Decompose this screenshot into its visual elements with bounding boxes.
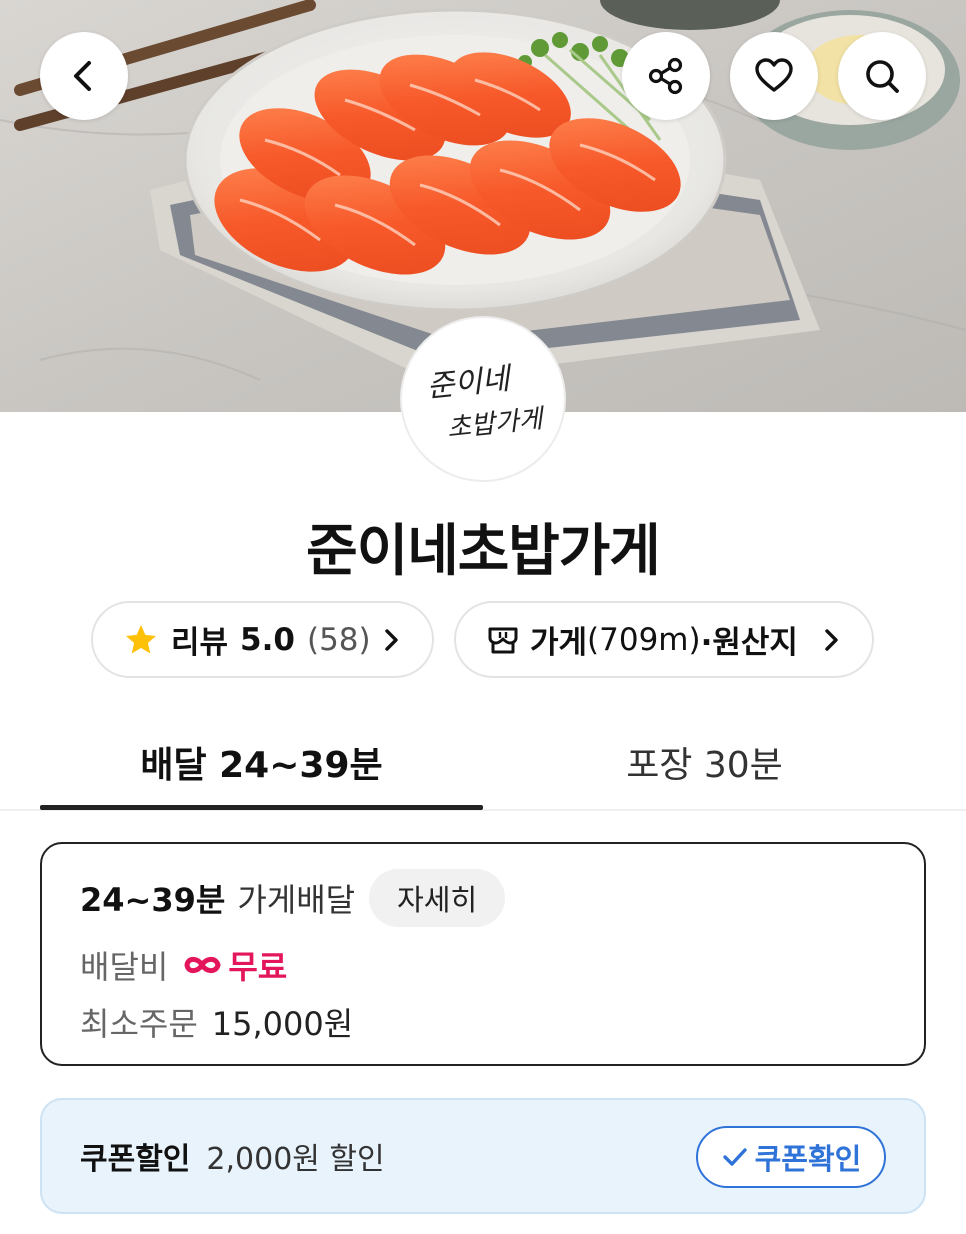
like-button[interactable] — [730, 32, 818, 120]
chevron-right-icon — [385, 628, 398, 651]
coupon-label: 쿠폰할인 — [80, 1142, 191, 1177]
delivery-fee-value: 무료 — [182, 942, 287, 988]
store-info-label: 가게 — [530, 625, 588, 661]
chevron-right-icon — [825, 628, 838, 651]
min-order-row: 최소주문 15,000원 — [80, 999, 353, 1045]
coupon-info: 쿠폰할인 2,000원 할인 — [80, 1100, 385, 1212]
delivery-fee-label: 배달비 — [80, 948, 169, 986]
delivery-fee-row: 배달비 무료 — [80, 942, 287, 988]
order-type-tabs: 배달 24~39분 포장 30분 — [0, 720, 966, 812]
coupon-card: 쿠폰할인 2,000원 할인 쿠폰확인 — [40, 1098, 926, 1214]
tab-pickup[interactable]: 포장 30분 — [483, 720, 926, 804]
delivery-fee-free-text: 무료 — [228, 948, 288, 986]
origin-label: ·원산지 — [700, 625, 798, 661]
review-count: (58) — [306, 621, 371, 658]
share-icon — [648, 57, 683, 95]
svg-text:준이네: 준이네 — [425, 361, 514, 405]
share-button[interactable] — [622, 32, 710, 120]
heart-icon — [755, 58, 793, 92]
detail-button[interactable]: 자세히 — [369, 869, 506, 927]
store-name: 준이네초밥가게 — [306, 519, 661, 584]
star-icon — [126, 624, 156, 653]
review-label: 리뷰 — [171, 625, 229, 661]
tab-active-indicator — [40, 805, 483, 810]
search-icon — [866, 60, 899, 93]
chevron-left-icon — [74, 61, 91, 91]
store-logo-image: 준이네 초밥가게 — [425, 361, 547, 444]
check-icon — [722, 1148, 747, 1166]
coupon-check-button[interactable]: 쿠폰확인 — [696, 1126, 886, 1188]
tab-delivery[interactable]: 배달 24~39분 — [40, 720, 483, 804]
coupon-check-label: 쿠폰확인 — [754, 1142, 862, 1176]
store-distance: (709m) — [587, 621, 701, 658]
min-order-label: 최소주문 — [80, 1005, 198, 1043]
delivery-time: 24~39분 — [80, 881, 226, 919]
free-delivery-icon — [184, 956, 221, 974]
back-button[interactable] — [40, 32, 128, 120]
min-order-value: 15,000원 — [211, 1005, 354, 1043]
search-button[interactable] — [838, 32, 926, 120]
store-logo: 준이네 초밥가게 — [400, 316, 566, 482]
store-icon — [488, 627, 518, 653]
svg-text:초밥가게: 초밥가게 — [446, 404, 547, 444]
review-rating: 5.0 — [240, 621, 295, 658]
review-pill[interactable]: 리뷰 5.0 (58) — [91, 601, 434, 678]
delivery-info-card: 24~39분 가게배달 자세히 배달비 무료 최소주문 15,000원 — [40, 842, 926, 1066]
delivery-time-row: 24~39분 가게배달 자세히 — [80, 869, 506, 927]
delivery-type: 가게배달 — [237, 881, 356, 919]
coupon-discount: 2,000원 할인 — [206, 1142, 385, 1177]
store-info-pill[interactable]: 가게 (709m) ·원산지 — [454, 601, 874, 678]
